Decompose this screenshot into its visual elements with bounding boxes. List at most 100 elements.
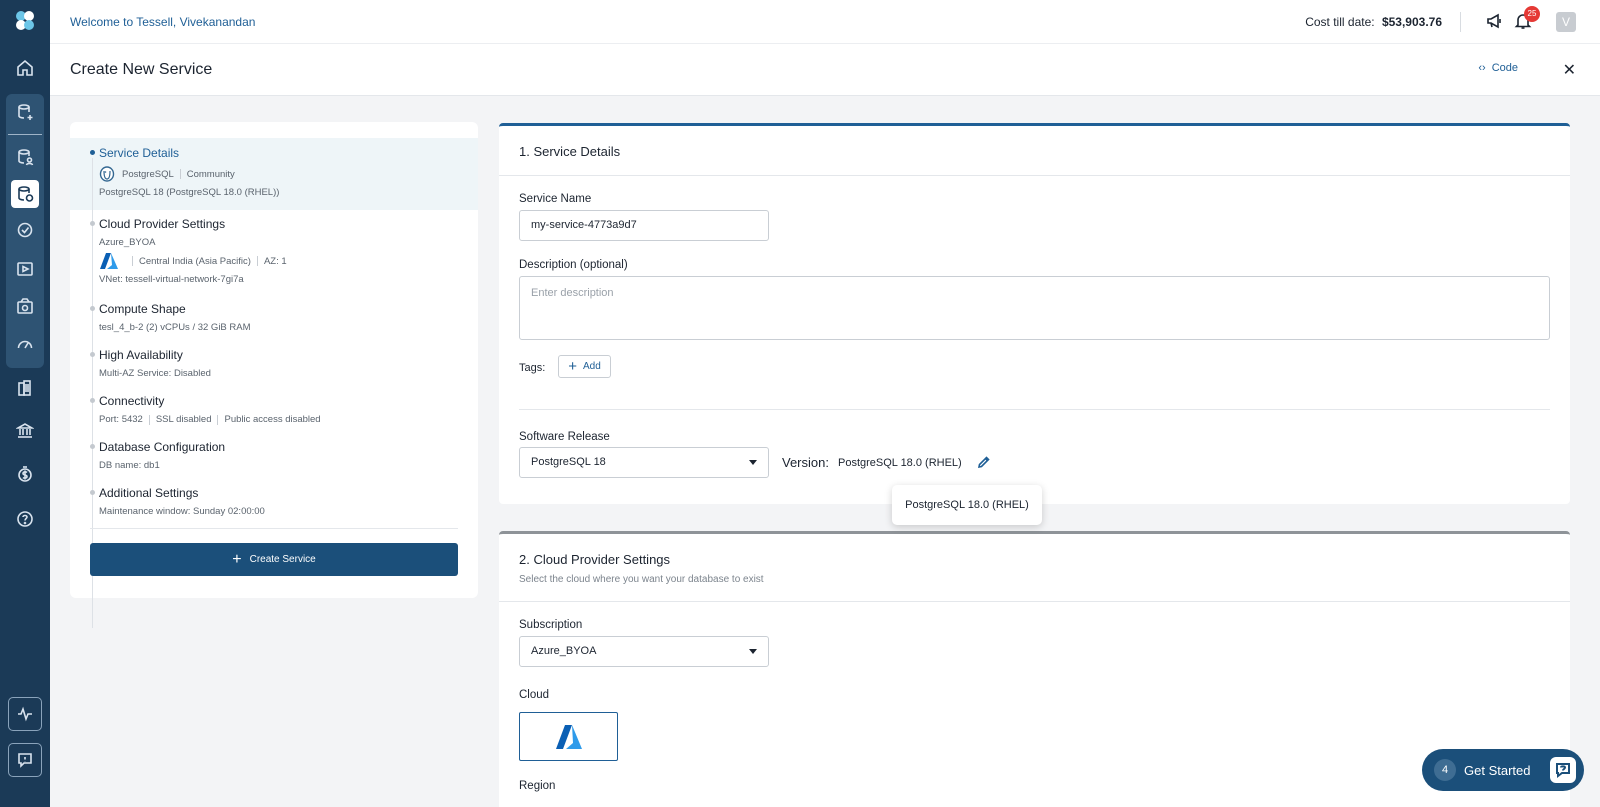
cost-value: $53,903.76 [1381,15,1442,29]
connectivity-info: Port: 5432 SSL disabled Public access di… [99,414,470,425]
separator [217,414,219,425]
chevron-down-icon [749,649,757,654]
summary-step-high-availability[interactable]: High Availability Multi-AZ Service: Disa… [90,348,470,379]
software-release-value: PostgreSQL 18 [531,456,606,468]
subscription-select[interactable]: Azure_BYOA [519,636,769,667]
service-name-label: Service Name [519,193,592,205]
step-dot [90,221,95,226]
software-release-select[interactable]: PostgreSQL 18 [519,447,769,478]
section-header: 2. Cloud Provider Settings Select the cl… [499,534,1570,602]
step-title: Service Details [99,146,180,160]
database-user-icon[interactable] [11,143,39,171]
plus-icon: + [568,357,577,375]
subscription-name: Azure_BYOA [99,237,156,248]
separator [179,169,181,179]
step-engine-info: PostgreSQL Community [99,166,470,182]
code-button[interactable]: ‹› Code [1478,62,1518,74]
cost-label: Cost till date: [1305,15,1375,29]
section-title: 1. Service Details [499,126,1570,176]
engine-version: PostgreSQL 18 (PostgreSQL 18.0 (RHEL)) [99,187,280,198]
governance-icon[interactable] [11,374,39,402]
bank-icon[interactable] [11,417,39,445]
step-dot [90,306,95,311]
page-title: Create New Service [70,61,213,78]
dataflix-icon[interactable] [11,293,39,321]
version-label: Version: [782,455,829,470]
maintenance-info: Maintenance window: Sunday 02:00:00 [99,506,265,517]
benchmark-gauge-icon[interactable] [11,330,39,358]
separator [132,256,133,266]
summary-step-connectivity[interactable]: Connectivity Port: 5432 SSL disabled Pub… [90,394,470,425]
home-icon[interactable] [11,54,39,82]
region-name: Central India (Asia Pacific) [139,255,251,267]
avatar[interactable]: V [1556,12,1576,32]
chat-help-icon [1550,757,1576,783]
version-tooltip: PostgreSQL 18.0 (RHEL) [892,485,1042,525]
region-info: Central India (Asia Pacific) AZ: 1 [99,252,470,270]
step-dot [90,352,95,357]
step-title: Cloud Provider Settings [99,217,226,231]
summary-step-additional-settings[interactable]: Additional Settings Maintenance window: … [90,486,470,517]
add-tag-button[interactable]: + Add [558,355,611,378]
description-label: Description (optional) [519,259,628,271]
activity-icon[interactable] [8,697,42,731]
description-textarea[interactable]: Enter description [519,276,1550,340]
database-provision-icon[interactable] [11,180,39,208]
ha-info: Multi-AZ Service: Disabled [99,368,211,379]
availability-icon[interactable] [11,216,39,244]
summary-step-compute-shape[interactable]: Compute Shape tesl_4_b-2 (2) vCPUs / 32 … [90,302,470,333]
create-service-label: Create Service [249,554,316,565]
section-subtitle: Select the cloud where you want your dat… [519,574,764,585]
cloud-label: Cloud [519,689,550,701]
engine-name: PostgreSQL [122,168,174,180]
sidebar-divider [8,134,42,135]
step-dot [90,444,95,449]
billing-icon[interactable] [11,460,39,488]
step-title: Compute Shape [99,302,186,316]
help-icon[interactable] [11,505,39,533]
ssl-info: SSL disabled [155,414,212,425]
separator [148,414,150,425]
database-add-icon[interactable] [11,98,39,126]
get-started-button[interactable]: 4 Get Started [1422,749,1584,791]
azure-logo-icon [100,253,118,269]
step-title: Database Configuration [99,440,226,454]
subscription-value: Azure_BYOA [531,645,597,657]
welcome-text: Welcome to Tessell, Vivekanandan [70,15,256,29]
chevron-down-icon [749,460,757,465]
port-info: Port: 5432 [99,414,143,425]
vnet-info: VNet: tessell-virtual-network-7gi7a [99,274,244,285]
tags-label: Tags: [519,362,546,374]
plus-icon: + [232,550,242,568]
get-started-label: Get Started [1464,762,1531,778]
create-service-button[interactable]: + Create Service [90,543,458,576]
separator [256,256,258,266]
close-icon[interactable]: ✕ [1563,60,1576,80]
step-dot [90,150,95,155]
section-divider [519,409,1550,410]
step-title: Connectivity [99,394,165,408]
public-access-info: Public access disabled [224,414,321,425]
cloud-option-azure[interactable] [519,712,618,761]
feedback-icon[interactable] [8,743,42,777]
service-details-section: 1. Service Details Service Name my-servi… [499,123,1570,504]
media-icon[interactable] [11,255,39,283]
pencil-edit-icon[interactable] [977,455,991,469]
summary-step-service-details[interactable]: Service Details PostgreSQL Community Pos… [90,146,470,198]
tessell-logo-icon[interactable] [12,8,38,34]
summary-step-database-configuration[interactable]: Database Configuration DB name: db1 [90,440,470,471]
topbar-divider [1460,12,1461,32]
azure-logo-icon [555,724,582,749]
cost-till-date: Cost till date: $53,903.76 [1305,15,1442,29]
step-title: High Availability [99,348,183,362]
engine-edition: Community [186,168,235,180]
notification-badge: 25 [1524,6,1540,22]
summary-step-cloud-provider[interactable]: Cloud Provider Settings Azure_BYOA Centr… [90,217,470,285]
add-tag-label: Add [582,361,601,372]
step-dot [90,398,95,403]
step-title: Additional Settings [99,486,199,500]
service-name-input[interactable]: my-service-4773a9d7 [519,210,769,241]
db-name-info: DB name: db1 [99,460,160,471]
left-nav-sidebar [0,0,50,807]
announcement-icon[interactable] [1486,12,1506,32]
